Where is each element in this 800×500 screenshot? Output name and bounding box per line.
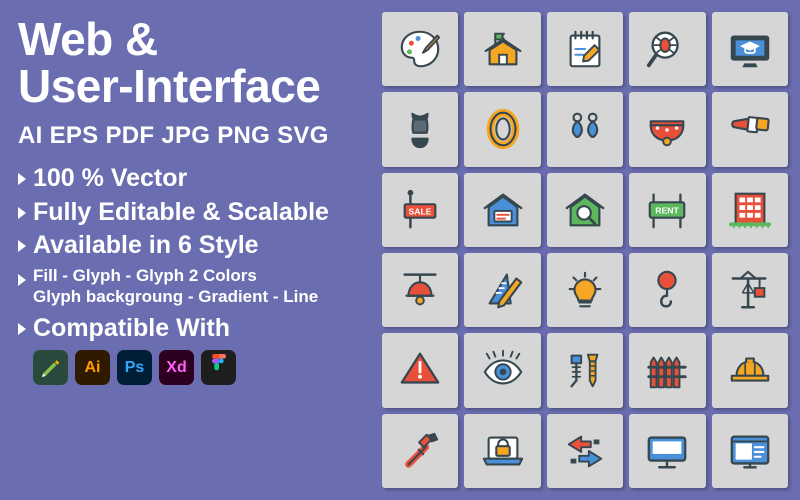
light-bulb-icon bbox=[568, 271, 602, 308]
bullet-label-vector: 100 % Vector bbox=[33, 163, 188, 192]
icon-tile-monitor-graduation[interactable] bbox=[711, 12, 788, 87]
bullet-row-compatible: Compatible With bbox=[18, 314, 382, 343]
eye-icon bbox=[483, 350, 522, 385]
icon-tile-fence[interactable] bbox=[629, 333, 706, 408]
magnifier-bug-icon bbox=[647, 31, 680, 68]
bullet-row-styles: Available in 6 Style bbox=[18, 231, 382, 260]
feature-bullets: 100 % Vector Fully Editable & Scalable A… bbox=[18, 164, 382, 343]
adobe-xd-label: Xd bbox=[166, 358, 187, 376]
bullet-arrow-icon bbox=[18, 240, 26, 253]
bullet-row-editable: Fully Editable & Scalable bbox=[18, 198, 382, 227]
style-names-line-1: Fill - Glyph - Glyph 2 Colors bbox=[33, 266, 257, 286]
poster: Web & User-Interface AI EPS PDF JPG PNG … bbox=[0, 0, 800, 500]
tower-crane-icon bbox=[731, 270, 767, 309]
earrings-icon bbox=[571, 113, 599, 139]
icon-tile-pipe-wrench[interactable] bbox=[382, 413, 459, 488]
bullet-label-editable: Fully Editable & Scalable bbox=[33, 197, 329, 226]
icon-tile-lipstick[interactable] bbox=[711, 92, 788, 167]
bracelet-ring-icon bbox=[486, 109, 519, 150]
bullet-arrow-icon bbox=[18, 206, 26, 219]
style-names-line-2: Glyph backgroung - Gradient - Line bbox=[33, 287, 319, 307]
compatible-label: Compatible With bbox=[33, 313, 230, 342]
house-with-flag-icon bbox=[484, 32, 521, 66]
monitor-graduation-icon bbox=[730, 35, 770, 68]
icon-tile-rent-sign[interactable]: RENT bbox=[629, 172, 706, 247]
icon-tile-laptop-lock[interactable] bbox=[464, 413, 541, 488]
icon-tile-browser-window[interactable] bbox=[711, 413, 788, 488]
bullet-arrow-icon bbox=[18, 172, 26, 185]
formats-list: AI EPS PDF JPG PNG SVG bbox=[18, 121, 329, 149]
bullet-label-styles: Available in 6 Style bbox=[33, 231, 259, 260]
office-building-icon bbox=[728, 192, 771, 229]
adobe-illustrator-logo-icon: Ai bbox=[75, 350, 110, 386]
fence-icon bbox=[647, 357, 688, 389]
screw-bolt-icon bbox=[570, 354, 599, 388]
icon-tile-swimsuit[interactable] bbox=[382, 92, 459, 167]
bullet-row-vector: 100 % Vector bbox=[18, 164, 382, 193]
browser-window-icon bbox=[730, 435, 770, 469]
icon-tile-arrows-exchange[interactable] bbox=[546, 413, 624, 488]
bullet-row-style-names: Fill - Glyph - Glyph 2 Colors Glyph back… bbox=[18, 265, 382, 308]
notepad-pencil-icon bbox=[569, 30, 601, 68]
icon-tile-hard-hat[interactable] bbox=[711, 333, 788, 408]
icon-tile-ruler-pencil[interactable] bbox=[464, 253, 541, 328]
svg-text:RENT: RENT bbox=[656, 205, 680, 215]
crane-hook-icon bbox=[657, 270, 678, 308]
lipstick-icon bbox=[731, 116, 770, 134]
arrows-exchange-icon bbox=[567, 435, 603, 468]
icon-tile-bracelet-ring[interactable] bbox=[464, 92, 541, 167]
icon-tile-eye[interactable] bbox=[464, 333, 541, 408]
title-line-2: User-Interface bbox=[18, 59, 321, 112]
pipe-wrench-icon bbox=[405, 432, 439, 468]
icon-tile-warning-triangle[interactable] bbox=[382, 333, 459, 408]
icon-tile-dog-collar[interactable] bbox=[629, 92, 706, 167]
icon-tile-screw-bolt[interactable] bbox=[546, 333, 624, 408]
icon-tile-notepad-pencil[interactable] bbox=[546, 12, 624, 87]
rent-sign-icon: RENT bbox=[649, 193, 686, 229]
sale-sign-icon: SALE bbox=[403, 189, 437, 229]
figma-logo-icon bbox=[201, 350, 236, 386]
icon-tile-light-bulb[interactable] bbox=[546, 253, 624, 328]
swimsuit-icon bbox=[411, 113, 429, 149]
adobe-illustrator-label: Ai bbox=[84, 358, 101, 376]
icon-tile-earrings[interactable] bbox=[546, 92, 624, 167]
adobe-photoshop-label: Ps bbox=[124, 358, 145, 376]
bullet-arrow-icon bbox=[18, 322, 26, 335]
icon-tile-magnifier-bug[interactable] bbox=[629, 12, 706, 87]
icon-tile-desktop-monitor[interactable] bbox=[629, 413, 706, 488]
hard-hat-icon bbox=[730, 357, 770, 383]
desktop-monitor-icon bbox=[648, 436, 687, 469]
icon-tile-tower-crane[interactable] bbox=[711, 253, 788, 328]
icon-tile-house-search[interactable] bbox=[546, 172, 624, 247]
icon-tile-sale-sign[interactable]: SALE bbox=[382, 172, 459, 247]
icon-tile-paint-palette[interactable] bbox=[382, 12, 459, 87]
house-for-sale-icon bbox=[483, 193, 522, 227]
icon-tile-ceiling-lamp[interactable] bbox=[382, 253, 459, 328]
icon-tile-house-for-sale[interactable] bbox=[464, 172, 541, 247]
bullet-arrow-icon bbox=[18, 274, 26, 287]
inkscape-logo-icon bbox=[33, 350, 68, 386]
paint-palette-icon bbox=[400, 30, 441, 68]
icon-tile-office-building[interactable] bbox=[711, 172, 788, 247]
warning-triangle-icon bbox=[400, 353, 440, 385]
title-line-1: Web & bbox=[18, 13, 158, 65]
adobe-xd-logo-icon: Xd bbox=[159, 350, 194, 386]
app-logos: Ai Ps Xd bbox=[33, 350, 382, 386]
left-panel: Web & User-Interface AI EPS PDF JPG PNG … bbox=[0, 0, 382, 500]
page-title: Web & User-Interface bbox=[18, 16, 382, 110]
icon-tile-crane-hook[interactable] bbox=[629, 253, 706, 328]
ceiling-lamp-icon bbox=[403, 273, 437, 306]
adobe-photoshop-logo-icon: Ps bbox=[117, 350, 152, 386]
svg-text:SALE: SALE bbox=[409, 206, 432, 216]
house-search-icon bbox=[565, 193, 605, 227]
ruler-pencil-icon bbox=[488, 273, 522, 309]
icon-grid: SALE RENT bbox=[382, 0, 800, 500]
laptop-lock-icon bbox=[482, 436, 523, 466]
icon-tile-house-with-flag[interactable] bbox=[464, 12, 541, 87]
dog-collar-icon bbox=[650, 120, 685, 147]
